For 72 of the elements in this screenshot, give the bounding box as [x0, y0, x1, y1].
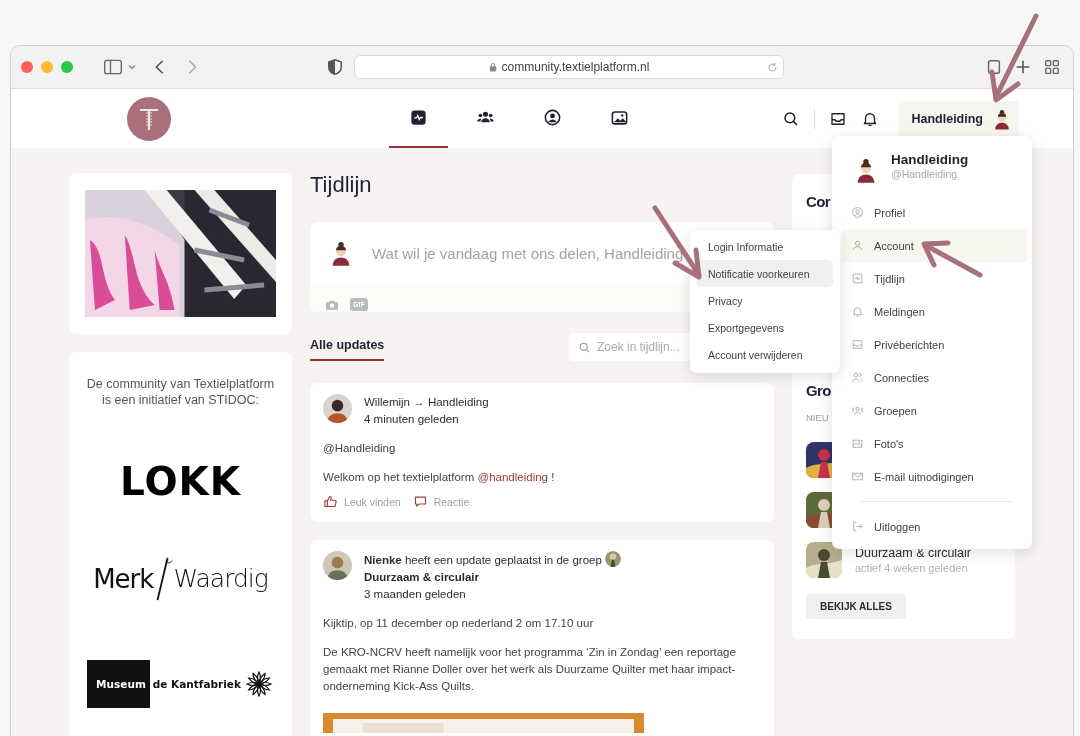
photos-icon — [610, 108, 629, 127]
inbox-icon — [851, 338, 864, 351]
avatar-icon — [993, 107, 1011, 130]
logo-text: Waardig — [173, 564, 268, 593]
photos-icon — [851, 437, 864, 450]
mention-link[interactable]: @handleiding — [477, 471, 548, 483]
menu-item[interactable]: Profiel — [842, 196, 1027, 229]
widget-heading: Gro — [806, 381, 831, 401]
user-handle: @Handleiding — [891, 168, 959, 180]
submenu-item[interactable]: Privacy — [697, 287, 833, 314]
widget-heading: Cor — [806, 192, 831, 212]
menu-item[interactable]: Privéberichten — [842, 328, 1027, 361]
profile-icon — [543, 108, 562, 127]
post-text: Welkom op het textielplatform @handleiding ! — [323, 470, 556, 485]
museum-logo[interactable]: Museum de Kantfabriek — [87, 659, 274, 708]
group-link[interactable]: Duurzaam & circulair — [364, 571, 480, 583]
profile-icon — [851, 206, 864, 219]
menu-item[interactable]: Account — [842, 229, 1027, 262]
submenu-item[interactable]: Exportgegevens — [697, 314, 833, 341]
address-bar[interactable]: community.textielplatform.nl — [354, 55, 784, 79]
lock-icon — [488, 62, 497, 72]
menu-item[interactable]: Foto's — [842, 427, 1027, 460]
logo-text: de Kantfabriek — [152, 677, 241, 690]
chevron-down-icon[interactable] — [127, 62, 137, 72]
plus-icon[interactable] — [1014, 58, 1032, 76]
post-text: Kijktip, op 11 december op nederland 2 om 17.10 uur — [323, 616, 595, 631]
post-header: Nienke heeft een update geplaatst in de groep Duurzaam & circulair — [364, 551, 704, 586]
submenu-item[interactable]: Notificatie voorkeuren — [697, 260, 833, 287]
grid-icon[interactable] — [1043, 58, 1061, 76]
shield-icon[interactable] — [326, 58, 344, 76]
logo-text: Merk — [93, 563, 154, 594]
logout-icon — [851, 520, 864, 533]
post-time: 3 maanden geleden — [364, 587, 467, 602]
merkwaardig-logo[interactable]: Merk Waardig — [93, 555, 268, 602]
thumbs-up-icon — [323, 494, 338, 509]
post-text: De KRO-NCRV heeft namelijk voor het programma ‘Zin in Zondag’ een reportage gemaakt met Rianne Doller over het werk als Duurzame Quilter met haar impact-onderneming Kick-Ass Quilts. — [323, 645, 737, 694]
user-icon — [851, 239, 864, 252]
menu-item[interactable]: Tijdlijn — [842, 262, 1027, 295]
page-title: Tijdlijn — [310, 171, 373, 199]
search-icon — [578, 341, 591, 354]
close-window-button[interactable] — [21, 61, 33, 73]
activity-icon — [409, 108, 428, 127]
logo-icon[interactable] — [127, 96, 171, 141]
feed-tab[interactable]: Alle updates — [310, 331, 385, 361]
avatar-icon — [855, 156, 877, 184]
submenu-item[interactable]: Account verwijderen — [697, 341, 833, 368]
intro-text: De community van Textielplatform is een initiatief van STIDOC: — [85, 376, 276, 409]
menu-item[interactable]: Connecties — [842, 361, 1027, 394]
post-text: @Handleiding — [323, 441, 397, 456]
users-icon — [851, 371, 864, 384]
menu-item[interactable]: Meldingen — [842, 295, 1027, 328]
logo-text: Museum — [87, 659, 150, 708]
activity-icon — [851, 272, 864, 285]
annotation-arrow — [921, 240, 983, 278]
search-field[interactable]: Zoek in tijdlijn... — [569, 333, 691, 361]
filter-label: NIEU — [806, 412, 829, 423]
post-author: Willemijn → Handleiding — [364, 395, 490, 410]
menu-item[interactable]: Groepen — [842, 394, 1027, 427]
mail-icon — [851, 470, 864, 483]
user-menu-button[interactable]: Handleiding — [899, 100, 1019, 137]
tabs-icon[interactable] — [985, 58, 1003, 76]
bell-icon — [851, 305, 864, 318]
lokk-logo[interactable]: LOKK — [119, 458, 242, 504]
sidebar-icon[interactable] — [103, 58, 123, 76]
group-icon — [851, 404, 864, 417]
see-all-button[interactable]: BEKIJK ALLES — [806, 594, 906, 619]
menu-item[interactable]: E-mail uitnodigingen — [842, 460, 1027, 493]
post-time: 4 minuten geleden — [364, 412, 460, 427]
group-activity: actief 4 weken geleden — [855, 561, 969, 574]
logout-item[interactable]: Uitloggen — [842, 510, 1027, 543]
user-name: Handleiding — [891, 152, 969, 167]
comment-icon — [412, 494, 428, 509]
